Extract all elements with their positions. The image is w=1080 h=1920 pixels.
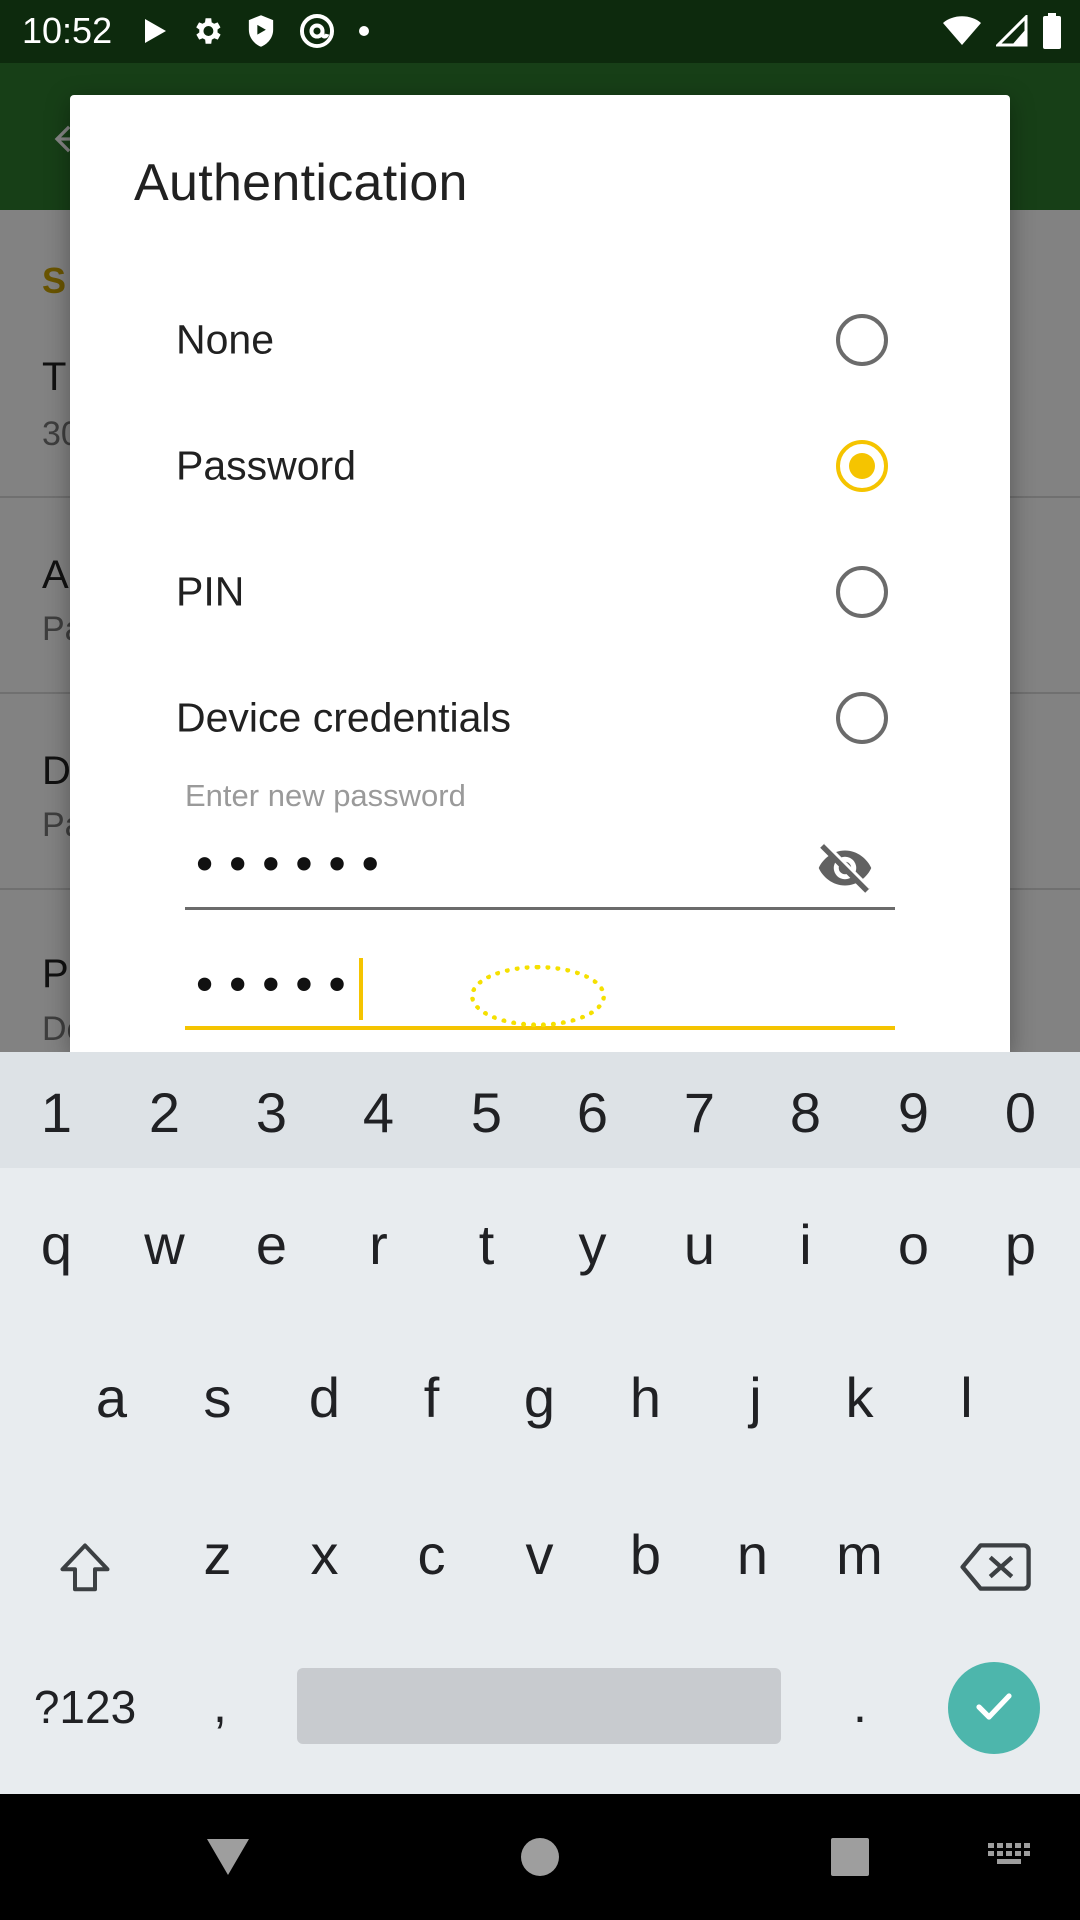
key-p[interactable]: p: [967, 1212, 1074, 1277]
key-f[interactable]: f: [378, 1365, 485, 1430]
key-c[interactable]: c: [378, 1522, 485, 1587]
key-o[interactable]: o: [860, 1212, 967, 1277]
radio-button[interactable]: [836, 566, 888, 618]
radio-button-selected[interactable]: [836, 440, 888, 492]
battery-icon: [1042, 13, 1062, 49]
key-period[interactable]: .: [830, 1670, 890, 1740]
key-i[interactable]: i: [752, 1212, 859, 1277]
key-n[interactable]: n: [699, 1522, 806, 1587]
key-d[interactable]: d: [271, 1365, 378, 1430]
password-field-hint: Enter new password: [185, 778, 466, 813]
shield-icon: [246, 14, 276, 48]
key-1[interactable]: 1: [3, 1080, 110, 1145]
recents-square-icon[interactable]: [810, 1794, 890, 1920]
backspace-icon[interactable]: [950, 1532, 1040, 1602]
key-e[interactable]: e: [218, 1212, 325, 1277]
key-y[interactable]: y: [539, 1212, 646, 1277]
key-k[interactable]: k: [806, 1365, 913, 1430]
key-t[interactable]: t: [433, 1212, 540, 1277]
status-system-icons: [942, 10, 1062, 52]
status-time: 10:52: [22, 10, 113, 51]
key-z[interactable]: z: [164, 1522, 271, 1587]
text-cursor: [358, 958, 363, 1020]
confirm-password-value: •••••: [191, 958, 363, 1020]
key-j[interactable]: j: [702, 1365, 809, 1430]
key-3[interactable]: 3: [218, 1080, 325, 1145]
dialog-title: Authentication: [134, 154, 468, 212]
space-key[interactable]: [297, 1668, 781, 1744]
symbols-key[interactable]: ?123: [20, 1672, 150, 1742]
wifi-icon: [942, 15, 982, 47]
key-4[interactable]: 4: [325, 1080, 432, 1145]
key-5[interactable]: 5: [433, 1080, 540, 1145]
option-device-credentials[interactable]: Device credentials: [70, 663, 1010, 773]
new-password-input[interactable]: ••••••: [185, 830, 895, 910]
key-b[interactable]: b: [592, 1522, 699, 1587]
key-g[interactable]: g: [486, 1365, 593, 1430]
tap-indicator: [470, 965, 606, 1027]
new-password-value: ••••••: [191, 838, 390, 892]
key-r[interactable]: r: [325, 1212, 432, 1277]
option-none[interactable]: None: [70, 285, 1010, 395]
key-v[interactable]: v: [486, 1522, 593, 1587]
shift-icon[interactable]: [40, 1528, 130, 1608]
key-9[interactable]: 9: [860, 1080, 967, 1145]
key-a[interactable]: a: [58, 1365, 165, 1430]
option-label: Password: [176, 442, 357, 489]
key-w[interactable]: w: [111, 1212, 218, 1277]
dot-icon: [358, 25, 370, 37]
play-icon: [142, 17, 168, 45]
key-q[interactable]: q: [3, 1212, 110, 1277]
key-l[interactable]: l: [913, 1365, 1020, 1430]
key-7[interactable]: 7: [646, 1080, 753, 1145]
status-bar: 10:52: [0, 0, 1080, 63]
key-h[interactable]: h: [592, 1365, 699, 1430]
option-password[interactable]: Password: [70, 411, 1010, 521]
key-6[interactable]: 6: [539, 1080, 646, 1145]
key-x[interactable]: x: [271, 1522, 378, 1587]
signal-icon: [996, 15, 1028, 47]
navigation-bar: [0, 1794, 1080, 1920]
key-0[interactable]: 0: [967, 1080, 1074, 1145]
status-notification-icons: [142, 10, 370, 52]
radio-button[interactable]: [836, 692, 888, 744]
key-s[interactable]: s: [164, 1365, 271, 1430]
key-m[interactable]: m: [806, 1522, 913, 1587]
option-label: None: [176, 316, 275, 363]
option-label: Device credentials: [176, 694, 511, 741]
option-pin[interactable]: PIN: [70, 537, 1010, 647]
authentication-dialog: Authentication None Password PIN Device …: [70, 95, 1010, 1052]
eye-off-icon[interactable]: [815, 838, 875, 898]
key-comma[interactable]: ,: [190, 1670, 250, 1740]
option-label: PIN: [176, 568, 245, 615]
key-8[interactable]: 8: [752, 1080, 859, 1145]
radio-button[interactable]: [836, 314, 888, 366]
key-2[interactable]: 2: [111, 1080, 218, 1145]
gear-icon: [190, 14, 224, 48]
enter-key[interactable]: [948, 1662, 1040, 1754]
back-triangle-icon[interactable]: [188, 1794, 268, 1920]
home-circle-icon[interactable]: [500, 1794, 580, 1920]
key-u[interactable]: u: [646, 1212, 753, 1277]
at-sign-icon: [298, 12, 336, 50]
keyboard-switch-icon[interactable]: [980, 1794, 1040, 1920]
check-icon: [970, 1682, 1018, 1735]
